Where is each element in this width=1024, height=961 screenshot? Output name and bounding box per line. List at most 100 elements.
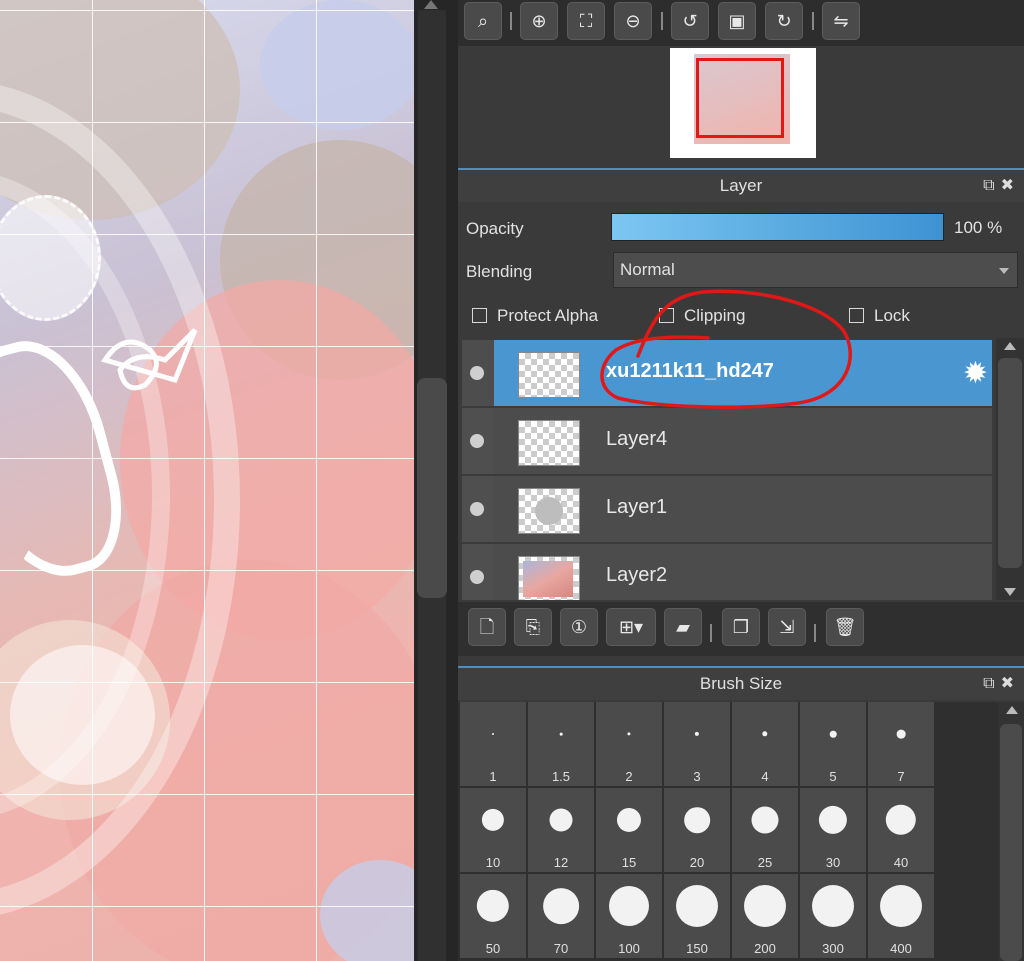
- canvas-vertical-scrollbar[interactable]: [414, 0, 458, 961]
- drawing-canvas[interactable]: [0, 0, 414, 961]
- add-layer-menu-icon[interactable]: ⊞▾: [606, 608, 656, 646]
- brush-preview-dot: [818, 805, 848, 835]
- fullscreen-icon[interactable]: ▣: [718, 2, 756, 40]
- layer-row[interactable]: Layer4: [462, 408, 992, 474]
- checkbox-box[interactable]: [659, 308, 674, 323]
- brush-size-label: 70: [553, 941, 569, 956]
- scroll-thumb[interactable]: [417, 378, 447, 598]
- checkbox-box[interactable]: [849, 308, 864, 323]
- popout-icon[interactable]: ⧉: [983, 177, 1000, 194]
- layer-row[interactable]: Layer1: [462, 476, 992, 542]
- brush-size-scrollbar[interactable]: [998, 702, 1024, 961]
- clipping-label: Clipping: [684, 306, 746, 325]
- opacity-slider[interactable]: [611, 213, 944, 241]
- brush-size-cell[interactable]: 200: [732, 874, 798, 958]
- layer-list-scrollbar[interactable]: [996, 338, 1024, 600]
- blending-select[interactable]: Normal: [613, 252, 1018, 288]
- brush-preview-dot: [491, 732, 495, 736]
- brush-size-label: 25: [757, 855, 773, 870]
- brush-size-cell[interactable]: 3: [664, 702, 730, 786]
- navigator-toolbar: ⌕ ⊕ ⛶ ⊖ ↺ ▣ ↻ ⇋: [458, 0, 1024, 46]
- delete-layer-icon[interactable]: 🗑: [826, 608, 864, 646]
- scroll-thumb[interactable]: [1000, 724, 1022, 961]
- brush-size-cell[interactable]: 400: [868, 874, 934, 958]
- new-layer-copy-icon[interactable]: ⎘: [514, 608, 552, 646]
- navigator-thumbnail[interactable]: [670, 48, 816, 158]
- fit-screen-icon[interactable]: ⛶: [567, 2, 605, 40]
- folder-icon[interactable]: ▰: [664, 608, 702, 646]
- brush-size-cell[interactable]: 150: [664, 874, 730, 958]
- merge-layer-icon[interactable]: ⇲: [768, 608, 806, 646]
- brush-size-cell[interactable]: 40: [868, 788, 934, 872]
- brush-size-cell[interactable]: 1.5: [528, 702, 594, 786]
- brush-size-panel-header: Brush Size ⧉✖: [458, 666, 1024, 700]
- brush-size-label: 50: [485, 941, 501, 956]
- scroll-down-arrow-icon[interactable]: [1004, 588, 1016, 596]
- layer-name: Layer4: [606, 428, 668, 450]
- checkbox-box[interactable]: [472, 308, 487, 323]
- new-layer-icon[interactable]: 🗋: [468, 608, 506, 646]
- brush-preview-dot: [744, 885, 786, 927]
- scroll-up-arrow-icon[interactable]: [424, 0, 438, 9]
- brush-size-label: 5: [829, 769, 837, 784]
- close-icon[interactable]: ✖: [1001, 675, 1020, 692]
- visibility-icon[interactable]: [462, 340, 494, 406]
- brush-preview-dot: [684, 807, 710, 833]
- brush-size-cell[interactable]: 25: [732, 788, 798, 872]
- brush-size-cell[interactable]: 2: [596, 702, 662, 786]
- visibility-icon[interactable]: [462, 476, 494, 542]
- protect-alpha-checkbox[interactable]: Protect Alpha: [472, 306, 598, 328]
- layer-row[interactable]: Layer2: [462, 544, 992, 600]
- gear-icon[interactable]: ✹: [963, 356, 988, 391]
- brush-size-cell[interactable]: 10: [460, 788, 526, 872]
- viewport-frame[interactable]: [696, 58, 784, 138]
- brush-size-cell[interactable]: 20: [664, 788, 730, 872]
- scroll-up-arrow-icon[interactable]: [1006, 706, 1018, 714]
- brush-size-cell[interactable]: 7: [868, 702, 934, 786]
- rotate-left-icon[interactable]: ↺: [671, 2, 709, 40]
- brush-size-cell[interactable]: 50: [460, 874, 526, 958]
- brush-size-cell[interactable]: 15: [596, 788, 662, 872]
- brush-size-cell[interactable]: 100: [596, 874, 662, 958]
- scroll-up-arrow-icon[interactable]: [1004, 342, 1016, 350]
- brush-preview-dot: [559, 732, 563, 736]
- chevron-down-icon: [999, 268, 1009, 274]
- brush-size-cell[interactable]: 70: [528, 874, 594, 958]
- brush-size-cell[interactable]: 12: [528, 788, 594, 872]
- navigator-preview[interactable]: [458, 46, 1024, 164]
- brush-preview-dot: [896, 729, 906, 739]
- layer-list: xu1211k11_hd247 ✹ Layer4 Layer1 Layer2: [462, 338, 994, 600]
- layer-panel-header: Layer ⧉✖: [458, 168, 1024, 202]
- brush-preview-dot: [609, 886, 649, 926]
- flip-horizontal-icon[interactable]: ⇋: [822, 2, 860, 40]
- toolbar-separator: [510, 12, 512, 30]
- brush-preview-dot: [812, 885, 854, 927]
- protect-alpha-label: Protect Alpha: [497, 306, 599, 325]
- brush-size-cell[interactable]: 30: [800, 788, 866, 872]
- close-icon[interactable]: ✖: [1001, 177, 1020, 194]
- visibility-icon[interactable]: [462, 544, 494, 600]
- brush-size-cell[interactable]: 1: [460, 702, 526, 786]
- brush-size-label: 4: [761, 769, 769, 784]
- brush-size-cell[interactable]: 4: [732, 702, 798, 786]
- clipping-checkbox[interactable]: Clipping: [659, 306, 745, 328]
- brush-preview-dot: [476, 889, 510, 923]
- popout-icon[interactable]: ⧉: [983, 675, 1000, 692]
- layer-row[interactable]: xu1211k11_hd247 ✹: [462, 340, 992, 406]
- opacity-label: Opacity: [466, 219, 524, 238]
- zoom-out-icon[interactable]: ⊖: [614, 2, 652, 40]
- brush-size-label: 20: [689, 855, 705, 870]
- brush-size-cell[interactable]: 300: [800, 874, 866, 958]
- zoom-actual-icon[interactable]: ⌕: [464, 2, 502, 40]
- zoom-in-icon[interactable]: ⊕: [520, 2, 558, 40]
- toolbar-separator: [812, 12, 814, 30]
- visibility-icon[interactable]: [462, 408, 494, 474]
- rotate-right-icon[interactable]: ↻: [765, 2, 803, 40]
- duplicate-layer-icon[interactable]: ❐: [722, 608, 760, 646]
- brush-size-label: 1.5: [551, 769, 571, 784]
- scroll-thumb[interactable]: [998, 358, 1022, 568]
- lock-checkbox[interactable]: Lock: [849, 306, 910, 328]
- brush-size-cell[interactable]: 5: [800, 702, 866, 786]
- layer-1bit-icon[interactable]: ①: [560, 608, 598, 646]
- brush-size-label: 30: [825, 855, 841, 870]
